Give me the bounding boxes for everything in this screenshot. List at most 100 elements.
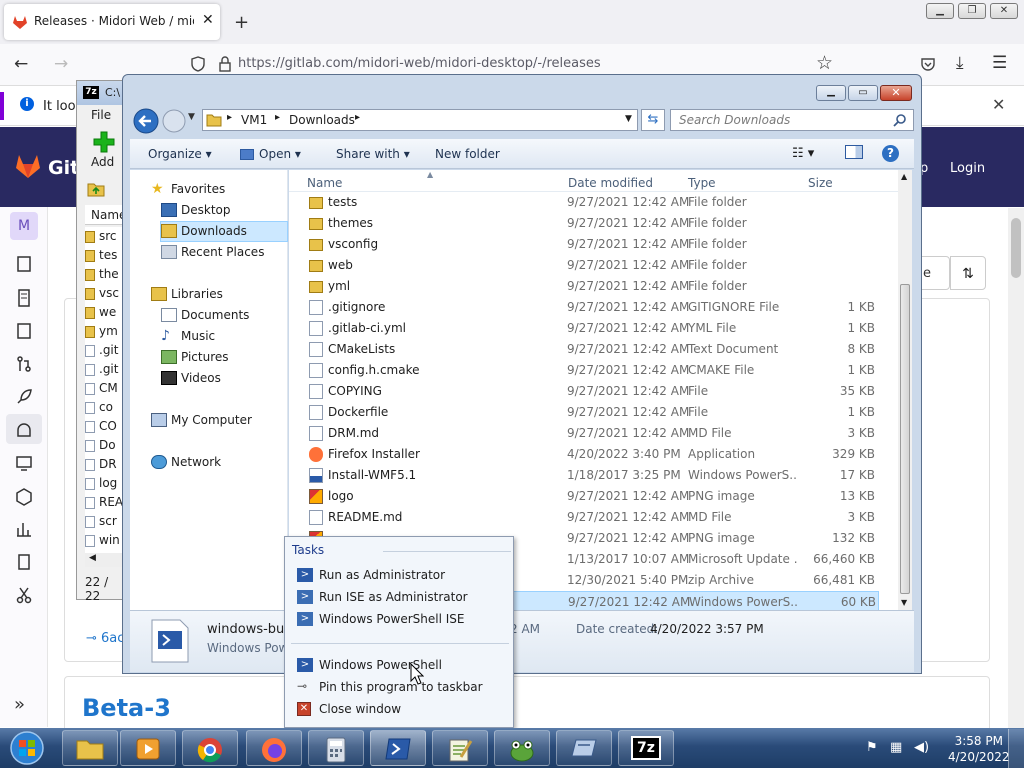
menu-close-window[interactable]: ✕ Close window	[287, 698, 511, 720]
commit-link[interactable]: ⊸ 6ac	[86, 631, 124, 646]
file-row[interactable]: DRM.md 9/27/2021 12:42 AM MD File 3 KB	[289, 423, 879, 444]
collapse-sidebar-icon[interactable]: »	[14, 694, 25, 715]
sevenzip-list-item[interactable]: tes	[85, 246, 127, 265]
organize-button[interactable]: Organize ▾	[148, 147, 212, 161]
nav-my-computer[interactable]: My Computer	[151, 410, 252, 431]
network-tray-icon[interactable]: ▦	[890, 740, 902, 755]
sevenzip-list-item[interactable]: .git	[85, 360, 127, 379]
snippets-icon[interactable]	[14, 585, 34, 605]
new-folder-button[interactable]: New folder	[435, 147, 500, 161]
browser-scrollbar[interactable]	[1008, 208, 1024, 728]
repository-icon[interactable]	[14, 288, 34, 308]
file-row[interactable]: Install-WMF5.1 1/18/2017 3:25 PM Windows P…	[289, 465, 879, 486]
nav-recent-places[interactable]: Recent Places	[161, 242, 264, 263]
file-row[interactable]: themes 9/27/2021 12:42 AM File folder	[289, 213, 879, 234]
breadcrumb-separator-icon[interactable]: ▸	[355, 112, 360, 123]
explorer-restore-button[interactable]: ▭	[848, 85, 878, 101]
nav-favorites[interactable]: ★ Favorites	[151, 179, 225, 200]
column-header-name[interactable]: Name	[307, 176, 342, 190]
monitor-icon[interactable]	[14, 453, 34, 473]
taskbar-drive-button[interactable]	[556, 730, 612, 766]
taskbar-media-player-button[interactable]	[120, 730, 176, 766]
preview-pane-icon[interactable]	[845, 145, 863, 159]
sevenzip-list-item[interactable]: we	[85, 303, 127, 322]
sevenzip-list-item[interactable]: ym	[85, 322, 127, 341]
scroll-up-icon[interactable]: ▲	[901, 172, 907, 181]
refresh-icon[interactable]: ⇆	[641, 109, 665, 131]
taskbar-notepad-button[interactable]	[432, 730, 488, 766]
menu-powershell-ise[interactable]: > Windows PowerShell ISE	[287, 608, 511, 630]
deployments-icon[interactable]	[14, 420, 34, 440]
open-button[interactable]: Open ▾	[240, 147, 301, 161]
close-button[interactable]: ✕	[990, 3, 1018, 19]
taskbar-7zip-button[interactable]: 7z	[618, 730, 674, 766]
sevenzip-list-item[interactable]: .git	[85, 341, 127, 360]
column-header-size[interactable]: Size	[808, 176, 833, 190]
share-with-button[interactable]: Share with ▾	[336, 147, 410, 161]
nav-downloads[interactable]: Downloads	[161, 221, 247, 242]
file-row[interactable]: tests 9/27/2021 12:42 AM File folder	[289, 192, 879, 213]
show-desktop-button[interactable]	[1008, 729, 1024, 768]
file-row[interactable]: README.md 9/27/2021 12:42 AM MD File 3 KB	[289, 507, 879, 528]
forward-arrow-icon[interactable]	[161, 108, 187, 134]
url-bar[interactable]: https://gitlab.com/midori-web/midori-des…	[238, 56, 601, 71]
project-avatar[interactable]: M	[10, 212, 38, 240]
file-row[interactable]: yml 9/27/2021 12:42 AM File folder	[289, 276, 879, 297]
search-icon[interactable]	[893, 113, 907, 127]
menu-windows-powershell[interactable]: > Windows PowerShell	[287, 654, 511, 676]
sevenzip-list-item[interactable]: co	[85, 398, 127, 417]
file-row[interactable]: vsconfig 9/27/2021 12:42 AM File folder	[289, 234, 879, 255]
explorer-minimize-button[interactable]: ▁	[816, 85, 846, 101]
sevenzip-column-header[interactable]: Name	[85, 205, 127, 225]
bookmark-star-icon[interactable]: ☆	[816, 52, 833, 74]
scrollbar-thumb[interactable]	[900, 284, 910, 594]
file-row[interactable]: config.h.cmake 9/27/2021 12:42 AM CMAKE Fi…	[289, 360, 879, 381]
back-icon[interactable]: ←	[14, 54, 28, 74]
sort-direction-icon[interactable]: ⇅	[950, 256, 986, 290]
menu-run-as-admin[interactable]: > Run as Administrator	[287, 564, 511, 586]
nav-music[interactable]: ♪ Music	[161, 326, 215, 347]
column-header-type[interactable]: Type	[688, 176, 716, 190]
download-icon[interactable]: ⤓	[956, 53, 964, 73]
back-arrow-icon[interactable]	[132, 107, 160, 135]
pocket-icon[interactable]	[920, 56, 936, 72]
taskbar-powershell-button[interactable]	[370, 730, 426, 766]
taskbar-firefox-button[interactable]	[246, 730, 302, 766]
release-title-beta3[interactable]: Beta-3	[82, 694, 171, 722]
sevenzip-list-item[interactable]: CM	[85, 379, 127, 398]
menu-icon[interactable]: ☰	[992, 53, 1007, 73]
breadcrumb-vm1[interactable]: VM1	[241, 113, 267, 127]
sevenzip-list-item[interactable]: the	[85, 265, 127, 284]
nav-libraries[interactable]: Libraries	[151, 284, 223, 305]
nav-videos[interactable]: Videos	[161, 368, 221, 389]
sevenzip-list-item[interactable]: DR	[85, 455, 127, 474]
file-row[interactable]: Dockerfile 9/27/2021 12:42 AM File 1 KB	[289, 402, 879, 423]
address-dropdown-icon[interactable]: ▼	[625, 114, 632, 124]
sevenzip-menu-file[interactable]: File	[91, 108, 111, 122]
minimize-button[interactable]: ▁	[926, 3, 954, 19]
address-bar[interactable]: ▸ VM1 ▸ Downloads ▸ ▼	[202, 109, 638, 131]
file-row[interactable]: logo 9/27/2021 12:42 AM PNG image 13 KB	[289, 486, 879, 507]
merge-requests-icon[interactable]	[14, 354, 34, 374]
action-center-flag-icon[interactable]: ⚑	[866, 740, 878, 755]
explorer-close-button[interactable]: ✕	[880, 85, 912, 101]
lock-icon[interactable]	[218, 56, 232, 72]
sevenzip-list-item[interactable]: Do	[85, 436, 127, 455]
file-list-scrollbar[interactable]: ▲ ▼	[898, 170, 912, 610]
help-icon[interactable]: ?	[882, 145, 899, 162]
sevenzip-list-item[interactable]: CO	[85, 417, 127, 436]
rocket-icon[interactable]	[14, 387, 34, 407]
file-row[interactable]: .gitignore 9/27/2021 12:42 AM GITIGNORE Fi…	[289, 297, 879, 318]
add-plus-icon[interactable]	[93, 131, 115, 153]
nav-documents[interactable]: Documents	[161, 305, 249, 326]
nav-pictures[interactable]: Pictures	[161, 347, 229, 368]
sevenzip-list-item[interactable]: log	[85, 474, 127, 493]
sevenzip-list-item[interactable]: win	[85, 531, 127, 550]
breadcrumb-separator-icon[interactable]: ▸	[227, 112, 232, 123]
close-notification-icon[interactable]: ✕	[992, 95, 1005, 114]
sevenzip-list-item[interactable]: vsc	[85, 284, 127, 303]
start-button-icon[interactable]	[8, 730, 46, 766]
sevenzip-list-item[interactable]: scr	[85, 512, 127, 531]
file-row[interactable]: CMakeLists 9/27/2021 12:42 AM Text Documen…	[289, 339, 879, 360]
gitlab-logo-icon[interactable]	[14, 153, 42, 179]
